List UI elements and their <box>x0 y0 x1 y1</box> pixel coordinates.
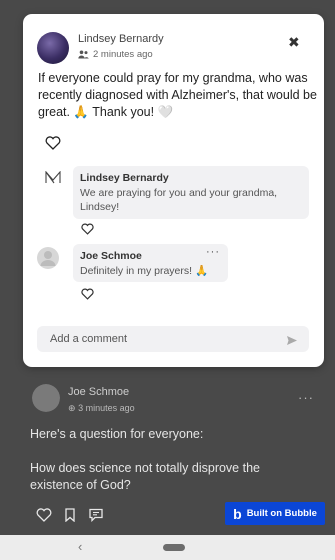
background-post-question: Here's a question for everyone: <box>30 427 204 441</box>
bookmark-icon[interactable] <box>64 508 76 522</box>
friends-icon <box>78 50 89 59</box>
background-post-body: How does science not totally disprove th… <box>30 461 260 492</box>
comment-like-button[interactable] <box>81 222 94 240</box>
comment-icon[interactable] <box>88 508 104 522</box>
close-icon[interactable]: ✖ <box>288 34 300 51</box>
comment-bubble: Joe Schmoe ··· Definitely in my prayers!… <box>73 244 228 282</box>
avatar[interactable] <box>37 247 59 269</box>
globe-icon: ⊕ <box>68 403 76 413</box>
background-post-actions <box>36 508 104 522</box>
bubble-logo-icon: b <box>233 505 242 522</box>
heart-icon <box>45 136 61 150</box>
background-post-author: Joe Schmoe <box>68 386 130 398</box>
back-nav-icon[interactable]: ‹ <box>78 539 82 554</box>
more-dots-icon[interactable]: ··· <box>206 246 220 258</box>
post-author[interactable]: Lindsey Bernardy <box>78 33 164 45</box>
comment-like-button[interactable] <box>81 287 94 305</box>
comment-text: Definitely in my prayers! 🙏 <box>80 265 209 277</box>
avatar[interactable] <box>37 32 69 64</box>
background-post-timestamp: ⊕ 3 minutes ago <box>68 403 135 413</box>
send-icon <box>287 336 297 345</box>
comment-bubble: Lindsey Bernardy We are praying for you … <box>73 166 309 219</box>
comment-composer <box>37 326 309 352</box>
home-pill-icon[interactable] <box>163 544 185 551</box>
heart-icon <box>81 223 94 235</box>
more-dots-icon[interactable]: ··· <box>298 390 314 405</box>
heart-icon <box>81 288 94 300</box>
post-text: If everyone could pray for my grandma, w… <box>38 71 317 119</box>
built-on-bubble-badge[interactable]: b Built on Bubble <box>225 502 325 525</box>
post-timestamp: 2 minutes ago <box>93 49 153 60</box>
heart-icon[interactable] <box>36 508 52 522</box>
like-button[interactable] <box>45 136 61 155</box>
send-button[interactable] <box>286 333 298 351</box>
comment-author[interactable]: Lindsey Bernardy <box>80 172 169 184</box>
avatar <box>32 384 60 412</box>
system-nav-bar: ‹ <box>0 535 335 560</box>
comment-text: We are praying for you and your grandma,… <box>80 187 278 213</box>
post-meta: 2 minutes ago <box>78 49 153 60</box>
post-detail-modal: Lindsey Bernardy 2 minutes ago ✖ If ever… <box>23 14 324 367</box>
badge-label: Built on Bubble <box>246 508 317 519</box>
comment-author[interactable]: Joe Schmoe <box>80 250 142 262</box>
brand-logo-icon <box>45 170 61 189</box>
comment-input[interactable] <box>37 333 267 345</box>
